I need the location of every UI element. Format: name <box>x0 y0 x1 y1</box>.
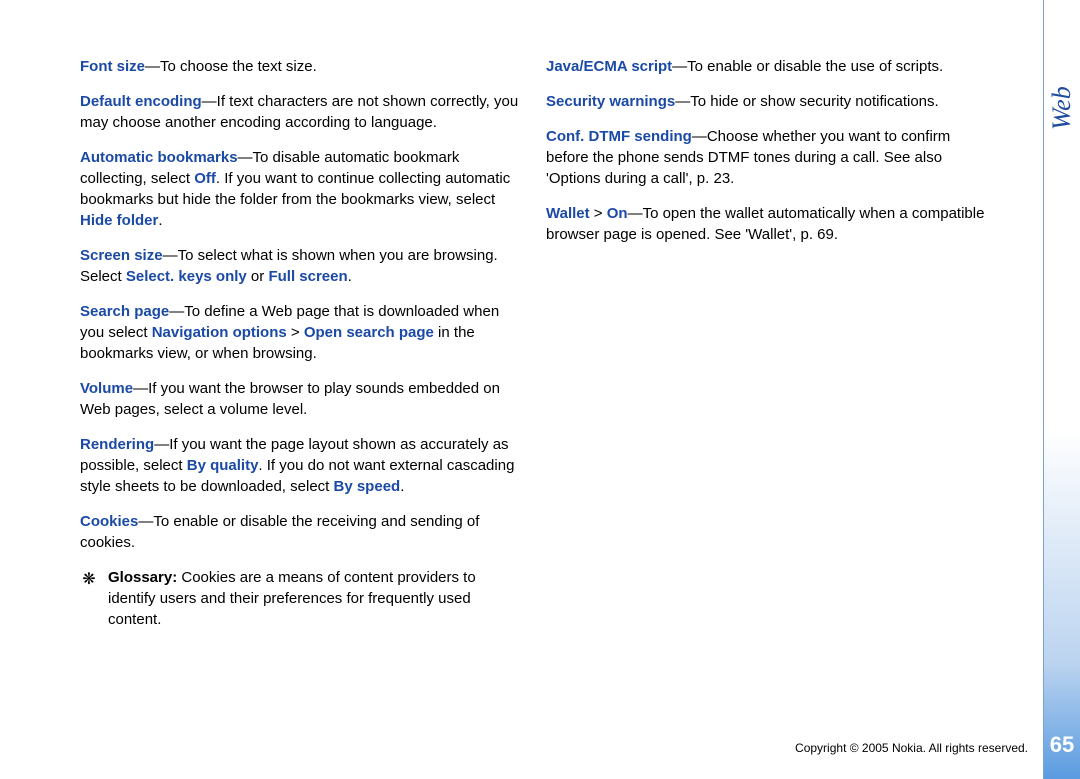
text: . <box>158 212 162 229</box>
keyword-hide-folder: Hide folder <box>80 212 158 229</box>
section-label: Web <box>1044 86 1080 130</box>
glossary-label: Glossary: <box>108 569 177 586</box>
keyword-by-speed: By speed <box>334 478 401 495</box>
document-page: Font size—To choose the text size. Defau… <box>0 0 1080 779</box>
keyword-select-keys-only: Select. keys only <box>126 268 247 285</box>
text: —To enable or disable the receiving and … <box>80 513 479 551</box>
text: > <box>590 205 607 222</box>
item-screen-size: Screen size—To select what is shown when… <box>80 245 520 287</box>
item-security-warnings: Security warnings—To hide or show securi… <box>546 91 986 112</box>
keyword: Default encoding <box>80 93 202 110</box>
content-columns: Font size—To choose the text size. Defau… <box>80 56 1080 630</box>
text: —To choose the text size. <box>145 58 317 75</box>
keyword: Conf. DTMF sending <box>546 128 692 145</box>
page-number: 65 <box>1044 730 1080 761</box>
text: or <box>247 268 269 285</box>
glossary-icon <box>80 569 98 587</box>
item-automatic-bookmarks: Automatic bookmarks—To disable automatic… <box>80 147 520 231</box>
keyword: Font size <box>80 58 145 75</box>
text: . <box>400 478 404 495</box>
item-java-ecma: Java/ECMA script—To enable or disable th… <box>546 56 986 77</box>
item-search-page: Search page—To define a Web page that is… <box>80 301 520 364</box>
right-column: Java/ECMA script—To enable or disable th… <box>546 56 986 630</box>
item-rendering: Rendering—If you want the page layout sh… <box>80 434 520 497</box>
text: —If you want the browser to play sounds … <box>80 380 500 418</box>
keyword-on: On <box>607 205 628 222</box>
glossary-text: Glossary: Cookies are a means of content… <box>108 567 520 630</box>
item-default-encoding: Default encoding—If text characters are … <box>80 91 520 133</box>
keyword-navigation-options: Navigation options <box>152 324 287 341</box>
side-tab: Web 65 <box>1043 0 1080 779</box>
keyword-open-search-page: Open search page <box>304 324 434 341</box>
item-wallet: Wallet > On—To open the wallet automatic… <box>546 203 986 245</box>
keyword-wallet: Wallet <box>546 205 590 222</box>
copyright: Copyright © 2005 Nokia. All rights reser… <box>795 740 1028 757</box>
keyword-by-quality: By quality <box>187 457 259 474</box>
glossary-block: Glossary: Cookies are a means of content… <box>80 567 520 630</box>
keyword: Java/ECMA script <box>546 58 672 75</box>
text: —To hide or show security notifications. <box>675 93 938 110</box>
keyword-off: Off <box>194 170 216 187</box>
keyword: Security warnings <box>546 93 675 110</box>
keyword: Automatic bookmarks <box>80 149 238 166</box>
text: —To enable or disable the use of scripts… <box>672 58 943 75</box>
keyword: Screen size <box>80 247 163 264</box>
text: . <box>348 268 352 285</box>
keyword: Rendering <box>80 436 154 453</box>
item-cookies: Cookies—To enable or disable the receivi… <box>80 511 520 553</box>
item-conf-dtmf: Conf. DTMF sending—Choose whether you wa… <box>546 126 986 189</box>
text: > <box>287 324 304 341</box>
item-volume: Volume—If you want the browser to play s… <box>80 378 520 420</box>
item-font-size: Font size—To choose the text size. <box>80 56 520 77</box>
keyword: Search page <box>80 303 169 320</box>
keyword-full-screen: Full screen <box>268 268 347 285</box>
left-column: Font size—To choose the text size. Defau… <box>80 56 520 630</box>
keyword: Cookies <box>80 513 138 530</box>
keyword: Volume <box>80 380 133 397</box>
